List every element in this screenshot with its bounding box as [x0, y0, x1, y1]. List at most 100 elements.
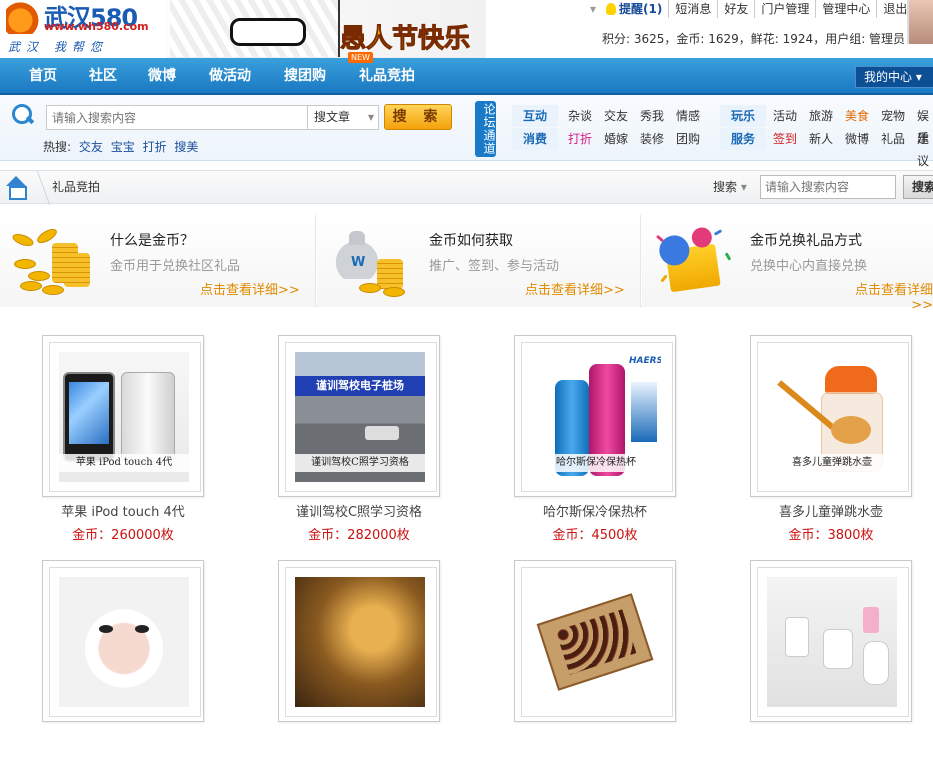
hot-item[interactable]: 交友	[79, 140, 103, 154]
admin-center-link[interactable]: 管理中心	[816, 0, 878, 18]
category-label-interact[interactable]: 互动	[512, 105, 558, 127]
forum-portal-button[interactable]: 论坛通道	[475, 101, 496, 157]
category-links: 互动 杂谈 交友 秀我 情感 玩乐 活动 旅游 美食 宠物 娱乐 消费 打折 婚…	[512, 105, 933, 168]
category-link[interactable]: 宠物	[881, 105, 905, 127]
avatar[interactable]	[907, 0, 933, 44]
hand-logo-icon	[6, 0, 42, 34]
holiday-banner[interactable]: 愚人节快乐	[166, 0, 486, 58]
search-scope-select[interactable]: 搜文章	[307, 105, 379, 130]
product-name[interactable]: 哈尔斯保冷保热杯	[494, 501, 696, 520]
breadcrumb-search-input[interactable]	[760, 175, 896, 199]
home-icon[interactable]	[4, 176, 28, 200]
category-label-service[interactable]: 服务	[720, 128, 766, 150]
product-caption: 哈尔斯保冷保热杯	[525, 454, 667, 472]
messages-link[interactable]: 短消息	[669, 0, 719, 18]
product-card[interactable]	[514, 560, 676, 760]
top-bar: 武汉580 www.wh580.com 武汉 我帮您 愚人节快乐 ▾ 提醒(1) 短…	[0, 0, 933, 58]
info-card-title: 什么是金币？	[110, 233, 194, 249]
category-link[interactable]: 交友	[604, 105, 628, 127]
category-link[interactable]: 婚嫁	[604, 128, 628, 150]
product-card[interactable]	[278, 560, 440, 760]
category-link[interactable]: 礼品	[881, 128, 905, 150]
product-sign: 谨训驾校电子桩场	[295, 376, 425, 396]
product-image-frame[interactable]	[750, 560, 912, 722]
info-card-more-link[interactable]: 点击查看详细>>	[200, 279, 300, 298]
product-image-chocolate	[531, 577, 661, 707]
info-card-desc: 金币用于兑换社区礼品	[110, 259, 241, 274]
nav-activities[interactable]: 做活动	[209, 58, 251, 95]
category-link[interactable]: 装修	[640, 128, 664, 150]
bulb-icon	[606, 3, 617, 15]
category-link[interactable]: 团购	[676, 128, 700, 150]
my-center-button[interactable]: 我的中心 ▾	[855, 66, 933, 88]
gift-box-icon	[654, 225, 736, 299]
info-card-more-link[interactable]: 点击查看详细>>	[525, 279, 625, 298]
product-card[interactable]: 谨训驾校电子桩场 谨训驾校C照学习资格 谨训驾校C照学习资格 金币：282000…	[278, 335, 440, 543]
product-price: 金币：3800枚	[788, 528, 874, 543]
breadcrumb-search-select[interactable]: 搜索	[713, 171, 747, 203]
money-bag-icon: W	[329, 225, 411, 299]
site-logo[interactable]: 武汉580 www.wh580.com 武汉 我帮您	[4, 0, 164, 56]
category-link[interactable]: 活动	[773, 105, 797, 127]
product-image-frame[interactable]: 谨训驾校电子桩场 谨训驾校C照学习资格	[278, 335, 440, 497]
product-price: 金币：260000枚	[72, 528, 174, 543]
product-image-frame[interactable]	[278, 560, 440, 722]
search-button[interactable]: 搜 索	[384, 104, 452, 130]
product-image-frame[interactable]	[42, 560, 204, 722]
info-card-more-link[interactable]: 点击查看详细>>	[849, 279, 933, 313]
hot-item[interactable]: 打折	[143, 140, 167, 154]
product-price: 金币：282000枚	[308, 528, 410, 543]
breadcrumb: 礼品竞拍 搜索 搜索	[0, 170, 933, 205]
product-brand: HAERS	[629, 356, 661, 366]
category-link[interactable]: 旅游	[809, 105, 833, 127]
friends-link[interactable]: 好友	[718, 0, 756, 18]
product-card[interactable]	[42, 560, 204, 760]
product-name[interactable]: 喜多儿童弹跳水壶	[730, 501, 932, 520]
category-link[interactable]: 杂谈	[568, 105, 592, 127]
product-name[interactable]: 谨训驾校C照学习资格	[258, 501, 460, 520]
product-card[interactable]: 苹果 iPod touch 4代 苹果 iPod touch 4代 金币：260…	[42, 335, 204, 543]
user-dropdown[interactable]: ▾	[586, 0, 600, 18]
nav-community[interactable]: 社区	[89, 58, 117, 95]
category-label-fun[interactable]: 玩乐	[720, 105, 766, 127]
category-link[interactable]: 新人	[809, 128, 833, 150]
hot-searches: 热搜: 交友 宝宝 打折 搜美	[43, 138, 198, 155]
category-label-consume[interactable]: 消费	[512, 128, 558, 150]
breadcrumb-search-button[interactable]: 搜索	[903, 175, 933, 199]
hot-item[interactable]: 搜美	[174, 140, 198, 154]
product-image-bath-set	[767, 577, 897, 707]
product-card[interactable]: 喜多儿童弹跳水壶 喜多儿童弹跳水壶 金币：3800枚	[750, 335, 912, 543]
hot-item[interactable]: 宝宝	[111, 140, 135, 154]
nav-weibo[interactable]: 微博	[148, 58, 176, 95]
info-card-title: 金币如何获取	[429, 233, 513, 249]
cartoon-image	[170, 0, 340, 57]
info-card-desc: 推广、签到、参与活动	[429, 259, 560, 274]
product-image-frame[interactable]	[514, 560, 676, 722]
remind-link[interactable]: 提醒(1)	[600, 0, 670, 18]
category-link[interactable]: 美食	[845, 105, 869, 127]
category-link[interactable]: 签到	[773, 128, 797, 150]
category-link[interactable]: 微博	[845, 128, 869, 150]
category-link[interactable]: 建议	[917, 128, 933, 172]
gold-coins-icon	[10, 225, 94, 299]
info-card-desc: 兑换中心内直接兑换	[750, 259, 868, 274]
product-image-frame[interactable]: 苹果 iPod touch 4代	[42, 335, 204, 497]
user-stats: 积分: 3625，金币: 1629，鲜花: 1924，用户组: 管理员	[602, 32, 906, 46]
info-card-title: 金币兑换礼品方式	[750, 233, 862, 249]
product-name[interactable]: 苹果 iPod touch 4代	[22, 501, 224, 520]
breadcrumb-separator	[25, 171, 51, 205]
info-card-how: W 金币如何获取 推广、签到、参与活动 点击查看详细>>	[317, 215, 641, 307]
category-link[interactable]: 打折	[568, 128, 592, 150]
nav-home[interactable]: 首页	[29, 58, 57, 95]
product-image-frame[interactable]: 喜多儿童弹跳水壶	[750, 335, 912, 497]
category-link[interactable]: 情感	[676, 105, 700, 127]
product-image-frame[interactable]: HAERS 哈尔斯保冷保热杯	[514, 335, 676, 497]
product-card[interactable]	[750, 560, 912, 760]
product-card[interactable]: HAERS 哈尔斯保冷保热杯 哈尔斯保冷保热杯 金币：4500枚	[514, 335, 676, 543]
search-input[interactable]	[46, 105, 308, 130]
portal-manage-link[interactable]: 门户管理	[755, 0, 817, 18]
breadcrumb-current: 礼品竞拍	[52, 180, 101, 194]
nav-groupbuy[interactable]: 搜团购	[284, 58, 326, 95]
nav-gift-auction[interactable]: 礼品竞拍	[359, 58, 415, 95]
category-link[interactable]: 秀我	[640, 105, 664, 127]
